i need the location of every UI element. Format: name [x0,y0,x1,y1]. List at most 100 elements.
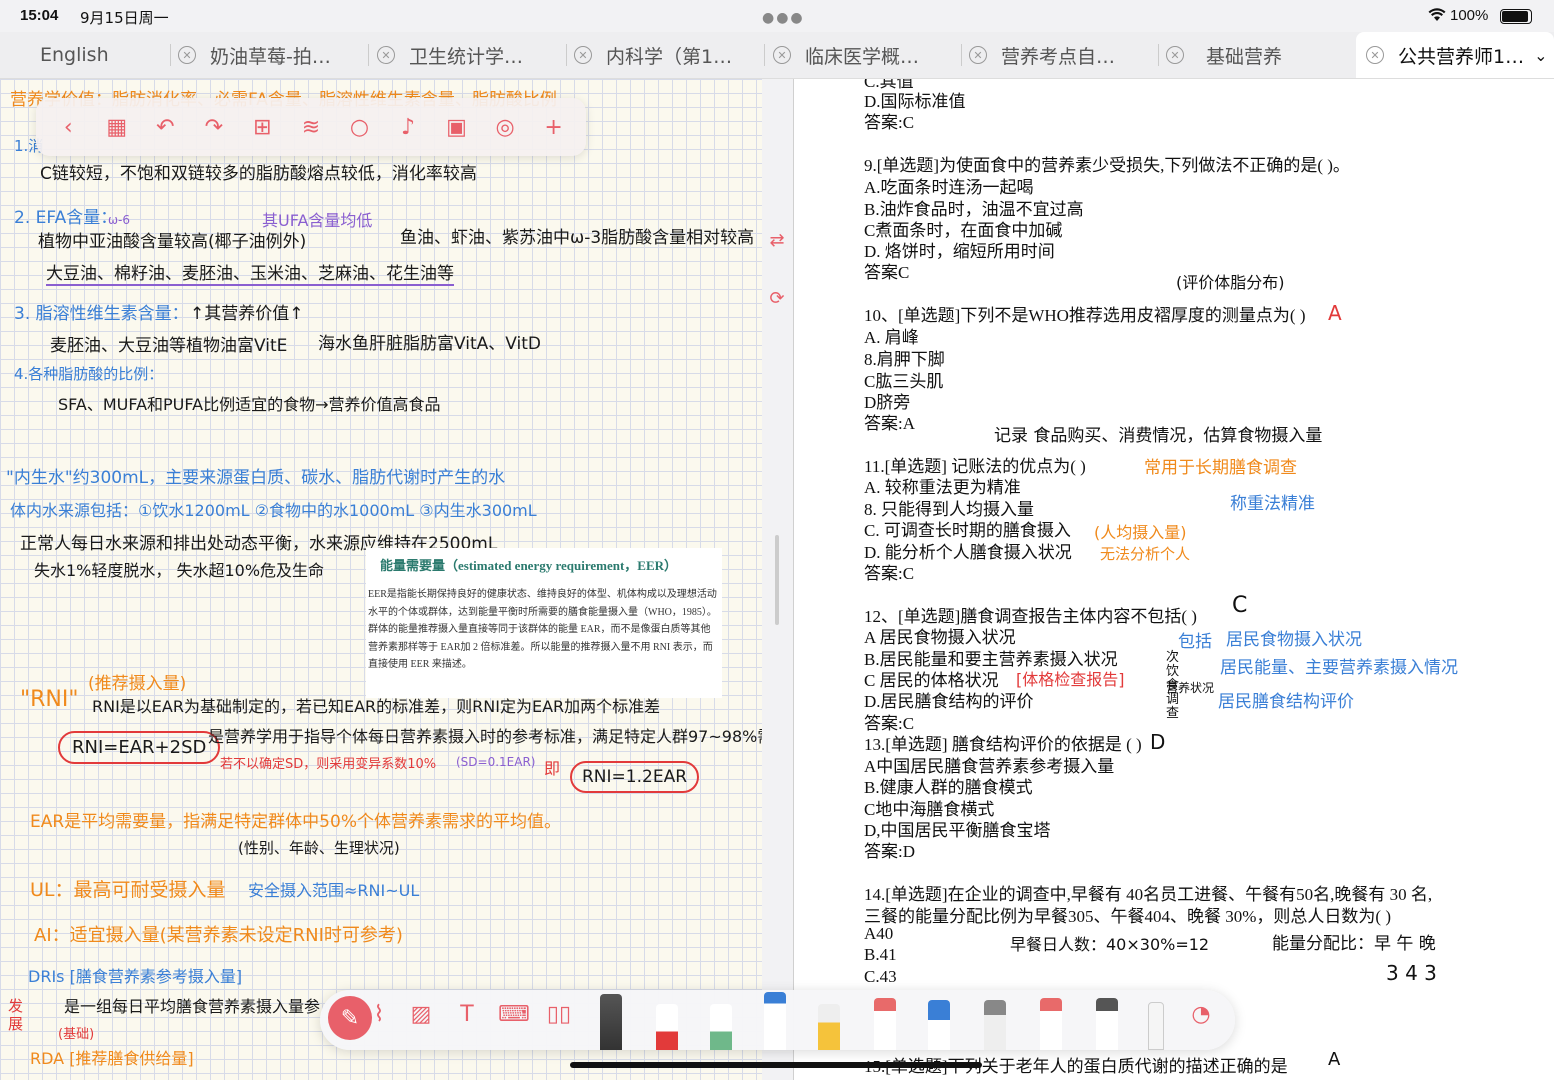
chevron-down-icon[interactable]: ⌄ [1534,46,1547,65]
swap-icon[interactable]: ⇄ [766,230,788,252]
note-line: 失水1%轻度脱水， 失水超10%危及生命 [34,561,325,580]
annotation: 居民食物摄入状况 [1226,630,1362,650]
note-line: EAR是平均需要量，指满足特定群体中50%个体营养素需求的平均值。 [30,812,561,832]
search-icon[interactable]: ○ [344,112,374,142]
gray-pencil-icon[interactable] [984,1000,1006,1050]
question-line: 答案:C [864,564,915,583]
tab-label: English [40,44,109,66]
annotation: (人均摄入量) [1094,523,1187,542]
lasso-icon[interactable]: ⌇ [364,1002,394,1036]
note-line: 安全摄入范围≈RNI~UL [248,881,420,900]
globe-icon[interactable]: ◎ [490,112,520,142]
annotation: 称重法精准 [1230,494,1315,514]
image-icon[interactable]: ▨ [406,1002,436,1036]
note-line: 海水鱼肝脏脂肪富VitA、VitD [318,334,542,354]
tab-nutrition-points[interactable]: ✕ 营养考点自… [969,32,1154,78]
tab-label: 公共营养师1… [1398,45,1525,68]
mic-icon[interactable]: ♪ [393,112,423,142]
fountain-pen-icon[interactable] [600,994,622,1050]
tab-clinical-medicine[interactable]: ✕ 临床医学概… [773,32,958,78]
close-tab-icon[interactable]: ✕ [969,46,987,64]
note-line: 若不以确定SD，则采用变异系数10% [220,757,437,772]
close-tab-icon[interactable]: ✕ [1366,46,1384,64]
note-line: 体内水来源包括：①饮水1200mL ②食物中的水1000mL ③内生水300mL [10,501,537,520]
ruler-icon[interactable] [1148,1002,1164,1050]
tab-public-nutritionist[interactable]: ✕ 公共营养师1… ⌄ [1356,32,1554,78]
tab-cream-strawberry[interactable]: ✕ 奶油草莓-拍… [178,32,363,78]
tab-internal-medicine[interactable]: ✕ 内科学（第1… [574,32,759,78]
grid-icon[interactable]: ▦ [102,112,132,142]
textbox-icon[interactable]: T [452,1002,482,1036]
note-line: (性别、年龄、生理状况) [238,839,400,857]
red-pen-icon[interactable] [656,1004,678,1050]
note-line: SFA、MUFA和PUFA比例适宜的食物→营养价值高食品 [58,395,441,414]
close-tab-icon[interactable]: ✕ [377,46,395,64]
note-line: RNI=EAR+2SD [58,731,221,764]
tab-label: 内科学（第1… [606,45,733,68]
battery-percent: 100% [1450,7,1489,24]
question-line: 答案:C [864,113,915,132]
red-marker-icon[interactable] [1040,998,1062,1050]
tab-english[interactable]: English [40,32,160,78]
redo-icon[interactable]: ↷ [199,112,229,142]
pen-toolbar: ✎ ⌇ ▨ T ⌨ ▯▯ ◔ [320,990,1235,1050]
close-tab-icon[interactable]: ✕ [773,46,791,64]
status-date: 9月15日周一 [80,9,169,27]
pasted-text-image[interactable]: 能量需要量（estimated energy requirement，EER） … [366,548,722,698]
question-line: 答案C [864,263,910,282]
note-line: 发展 [8,997,24,1033]
divider-handle[interactable] [775,535,779,625]
note-line: 麦胚油、大豆油等植物油富VitE [50,336,288,356]
pasted-title: 能量需要量（estimated energy requirement，EER） [380,558,678,573]
annotation: 3 4 3 [1386,961,1437,985]
add-icon[interactable]: + [539,112,569,142]
question-line: C.43 [864,967,897,986]
blue-pen-icon[interactable] [764,992,786,1050]
back-icon[interactable]: ‹ [53,112,83,142]
annotation: 早餐日人数：40×30%=12 [1010,935,1210,954]
close-tab-icon[interactable]: ✕ [178,46,196,64]
wifi-icon [1428,8,1446,21]
annotation: 营养状况 [1166,681,1215,695]
yellow-highlighter-icon[interactable] [818,1004,840,1050]
note-line: RNI=1.2EAR [570,761,700,793]
tab-label: 临床医学概… [805,45,920,68]
green-pencil-icon[interactable] [710,1004,732,1050]
note-line: (基础) [58,1027,95,1042]
question-line: 10、[单选题]下列不是WHO推荐选用皮褶厚度的测量点为( ) [864,306,1306,325]
close-tab-icon[interactable]: ✕ [1166,46,1184,64]
undo-icon[interactable]: ↶ [150,112,180,142]
tab-health-statistics[interactable]: ✕ 卫生统计学… [377,32,562,78]
color-palette-icon[interactable]: ◔ [1186,1002,1216,1036]
multitask-dots-icon[interactable]: ●●● [762,10,805,26]
book-icon[interactable]: ▯▯ [544,1002,574,1036]
blue-marker-icon[interactable] [928,1000,950,1050]
pasted-paragraph: 群体的能量推荐摄入量直接等同于该群体的能量 EAR，而不是像蛋白质等其他营养素那… [368,624,713,670]
annotation: A [1328,301,1342,325]
tab-label: 卫生统计学… [409,45,524,68]
eraser-icon[interactable] [874,998,896,1050]
close-tab-icon[interactable]: ✕ [574,46,592,64]
note-line: 是营养学用于指导个体每日营养素摄入时的参考标准，满足特定人群97~98%需求 [208,727,762,746]
notes-toolbar: ‹ ▦ ↶ ↷ ⊞ ≋ ○ ♪ ▣ ◎ + [36,98,586,156]
note-line: 是一组每日平均膳食营养素摄入量参 [64,997,321,1016]
handwritten-notes-page[interactable]: 营养学价值：脂肪消化率、必需FA含量、脂溶性维生素含量、脂肪酸比例 1.消 C链… [0,79,762,1080]
black-marker-icon[interactable] [1096,998,1118,1050]
annotation: 包括 [1178,632,1212,652]
note-line: AI：适宜摄入量(某营养素未设定RNI时可参考) [34,925,403,946]
pasted-body: EER是指能长期保持良好的健康状态、维持良好的体型、机体构成以及理想活动水平的个… [368,586,718,674]
add-page-icon[interactable]: ⊞ [247,112,277,142]
tab-basic-nutrition[interactable]: ✕ 基础营养 [1166,32,1351,78]
status-bar: 15:04 9月15日周一 ●●● 100% [0,0,1554,32]
layers-icon[interactable]: ≋ [296,112,326,142]
home-indicator[interactable] [570,1062,982,1068]
tab-label: 奶油草莓-拍… [210,45,331,68]
keyboard-icon[interactable]: ⌨ [498,1002,530,1036]
note-line: 植物中亚油酸含量较高(椰子油例外) [38,232,307,252]
pdf-page[interactable]: C.其值 D.国际标准值 答案:C 9.[单选题]为使面食中的营养素少受损失,下… [793,79,1554,1080]
note-line: RDA [推荐膳食供给量] [30,1049,194,1068]
note-line: ω-6 [108,213,131,227]
sticker-icon[interactable]: ▣ [442,112,472,142]
note-line: "内生水"约300mL，主要来源蛋白质、碳水、脂肪代谢时产生的水 [6,468,506,488]
sync-icon[interactable]: ⟳ [766,288,788,310]
